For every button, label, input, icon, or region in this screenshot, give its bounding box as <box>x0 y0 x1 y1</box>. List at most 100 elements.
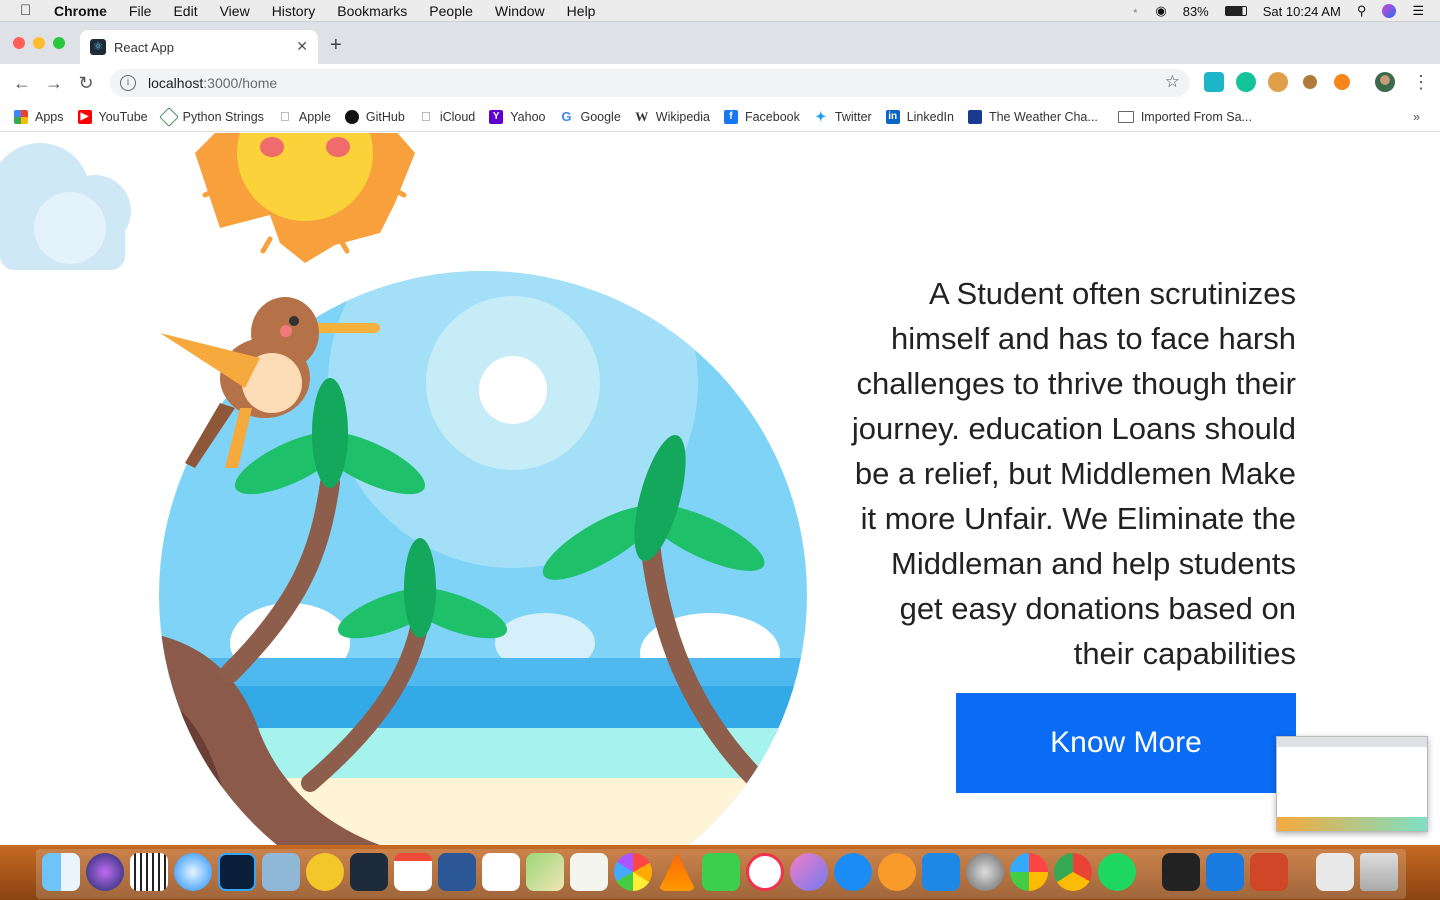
extension-metamask-icon[interactable] <box>1334 74 1350 90</box>
menu-history[interactable]: History <box>272 3 316 19</box>
address-bar[interactable]: i localhost:3000/home ☆ <box>110 69 1190 97</box>
bookmark-apps[interactable]: Apps <box>14 109 64 124</box>
profile-avatar[interactable] <box>1375 72 1395 92</box>
bookmark-yahoo[interactable]: Y Yahoo <box>489 109 545 124</box>
bookmark-folder-imported[interactable]: Imported From Sa... <box>1117 110 1252 124</box>
chrome-menu-icon[interactable]: ⋮ <box>1412 72 1430 93</box>
window-minimize-button[interactable] <box>33 37 45 49</box>
dock-reminders-icon[interactable] <box>482 853 520 891</box>
menu-app-name[interactable]: Chrome <box>54 3 107 19</box>
dock-maps-icon[interactable] <box>526 853 564 891</box>
menu-people[interactable]: People <box>429 3 473 19</box>
menu-file[interactable]: File <box>129 3 152 19</box>
cloud-decoration <box>0 143 131 270</box>
bookmark-youtube[interactable]: ▶ YouTube <box>77 109 148 124</box>
dock-app-store-icon[interactable] <box>834 853 872 891</box>
tab-close-icon[interactable]: ✕ <box>296 38 308 55</box>
spotlight-search-icon[interactable]: ⚲ <box>1357 3 1367 19</box>
extension-screenshot-icon[interactable] <box>1204 72 1224 92</box>
extension-cookie-icon[interactable] <box>1268 72 1288 92</box>
battery-icon[interactable] <box>1224 6 1247 16</box>
bookmark-icloud[interactable]:  iCloud <box>419 109 476 124</box>
dock-photos-icon[interactable] <box>614 853 652 891</box>
weather-channel-icon <box>967 109 982 124</box>
dock-news-icon[interactable] <box>746 853 784 891</box>
menu-bookmarks[interactable]: Bookmarks <box>337 3 407 19</box>
dock-textedit-icon[interactable] <box>570 853 608 891</box>
bookmark-apple[interactable]:  Apple <box>278 109 331 124</box>
dock-spotify-icon[interactable] <box>1098 853 1136 891</box>
new-tab-button[interactable]: + <box>330 34 342 57</box>
bookmarks-bar: Apps ▶ YouTube Python Strings  Apple GitH… <box>0 102 1440 132</box>
facebook-icon: f <box>723 109 738 124</box>
react-favicon-icon: ⚛ <box>90 39 106 55</box>
bookmark-label: Twitter <box>834 109 872 124</box>
window-close-button[interactable] <box>13 37 25 49</box>
wifi-icon[interactable]: ◉ <box>1155 3 1166 19</box>
back-button[interactable]: ← <box>6 73 38 94</box>
dock-powerpoint-icon[interactable] <box>1250 853 1288 891</box>
dock-word-icon[interactable] <box>438 853 476 891</box>
bookmark-python-strings[interactable]: Python Strings <box>158 106 264 127</box>
tab-react-app[interactable]: ⚛ React App ✕ <box>80 30 318 64</box>
screenshot-preview-thumbnail[interactable] <box>1276 736 1428 832</box>
menu-edit[interactable]: Edit <box>173 3 197 19</box>
thumbnail-footer <box>1277 817 1427 831</box>
dock-siri-icon[interactable] <box>86 853 124 891</box>
battery-percent[interactable]: 83% <box>1183 4 1209 19</box>
bookmark-google[interactable]: G Google <box>559 109 620 124</box>
island-scene <box>159 271 807 845</box>
yahoo-icon: Y <box>489 109 504 124</box>
know-more-button[interactable]: Know More <box>956 693 1296 793</box>
bookmark-weather-channel[interactable]: The Weather Cha... <box>967 109 1098 124</box>
dock-photoshop-icon[interactable] <box>218 853 256 891</box>
bookmark-github[interactable]: GitHub <box>344 109 405 124</box>
dock-clover-icon[interactable] <box>1010 853 1048 891</box>
bookmarks-overflow-icon[interactable]: » <box>1413 110 1420 124</box>
dock-migration-icon[interactable] <box>922 853 960 891</box>
bookmark-star-icon[interactable]: ☆ <box>1165 72 1180 92</box>
extension-grammarly-icon[interactable] <box>1236 72 1256 92</box>
dock-chrome-icon[interactable] <box>1054 853 1092 891</box>
bookmark-label: iCloud <box>439 109 476 124</box>
youtube-icon: ▶ <box>77 109 92 124</box>
bookmark-label: The Weather Cha... <box>988 109 1098 124</box>
bookmark-facebook[interactable]: f Facebook <box>723 109 800 124</box>
dock-calendar-icon[interactable] <box>394 853 432 891</box>
linkedin-icon: in <box>885 109 900 124</box>
dock-terminal-icon[interactable] <box>1162 853 1200 891</box>
extension-potato-icon[interactable] <box>1303 75 1317 89</box>
menu-help[interactable]: Help <box>567 3 596 19</box>
dock-finder-icon[interactable] <box>42 853 80 891</box>
dock-preview-icon[interactable] <box>262 853 300 891</box>
bookmark-wikipedia[interactable]: W Wikipedia <box>635 109 710 124</box>
dock-trash-icon[interactable] <box>1360 853 1398 891</box>
tab-strip: ⚛ React App ✕ + <box>0 22 1440 64</box>
bluetooth-icon[interactable]: ⋆ <box>1131 3 1139 19</box>
menu-window[interactable]: Window <box>495 3 545 19</box>
notification-center-icon[interactable]: ☰ <box>1412 3 1424 19</box>
menu-view[interactable]: View <box>220 3 250 19</box>
apps-grid-icon <box>14 109 28 124</box>
bookmark-twitter[interactable]: ✦ Twitter <box>814 109 872 124</box>
dock-piano-icon[interactable] <box>130 853 168 891</box>
dock-facetime-icon[interactable] <box>702 853 740 891</box>
dock-window-manager-icon[interactable] <box>350 853 388 891</box>
dock-screenshot-folder-icon[interactable] <box>1316 853 1354 891</box>
dock-genie-icon[interactable] <box>306 853 344 891</box>
dock-system-preferences-icon[interactable] <box>966 853 1004 891</box>
siri-icon[interactable] <box>1382 4 1397 18</box>
bookmark-linkedin[interactable]: in LinkedIn <box>885 109 954 124</box>
site-info-icon[interactable]: i <box>120 75 136 91</box>
dock-music-icon[interactable] <box>790 853 828 891</box>
reload-button[interactable]: ↻ <box>70 73 102 94</box>
dock-xcode-icon[interactable] <box>1206 853 1244 891</box>
macos-menubar:  Chrome File Edit View History Bookmark… <box>0 0 1440 22</box>
bookmark-label: LinkedIn <box>906 109 954 124</box>
clock[interactable]: Sat 10:24 AM <box>1263 4 1341 19</box>
apple-menu-icon[interactable]:  <box>20 2 42 19</box>
dock-books-icon[interactable] <box>878 853 916 891</box>
forward-button[interactable]: → <box>38 73 70 94</box>
dock-safari-icon[interactable] <box>174 853 212 891</box>
window-zoom-button[interactable] <box>53 37 65 49</box>
